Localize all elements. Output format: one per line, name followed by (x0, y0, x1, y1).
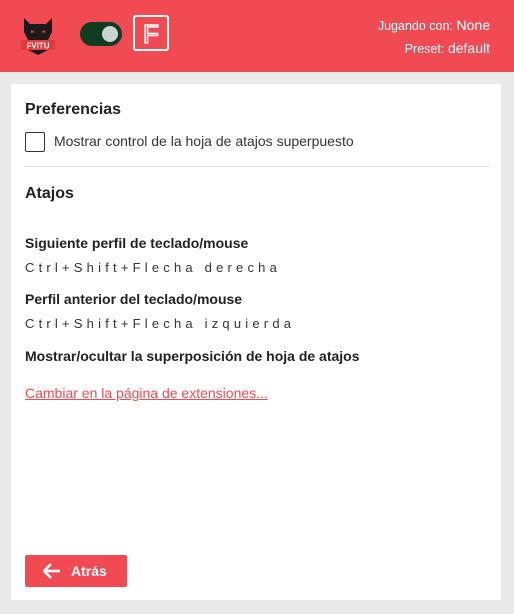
preferences-title: Preferencias (25, 101, 122, 118)
divider (25, 166, 491, 167)
shortcuts-title: Atajos (25, 185, 74, 202)
shortcut-keys: Ctrl+Shift+Flecha izquierda (25, 316, 296, 331)
playing-with-label: Jugando con: (377, 19, 453, 33)
shortcut-keys: Ctrl+Shift+Flecha derecha (25, 260, 282, 275)
shortcut-name: Perfil anterior del teclado/mouse (25, 291, 243, 307)
logo-text: FVITU (26, 42, 49, 51)
header-info: Jugando con: None Preset: default (378, 14, 490, 60)
change-in-extensions-link[interactable]: Cambiar en la página de extensiones... (25, 385, 268, 401)
enable-toggle[interactable] (80, 22, 122, 46)
overlay-checkbox[interactable] (25, 132, 45, 152)
toggle-knob (102, 26, 118, 42)
playing-with-value: None (456, 17, 490, 33)
shortcut-name: Mostrar/ocultar la superposición de hoja… (25, 348, 360, 364)
overlay-checkbox-label: Mostrar control de la hoja de atajos sup… (54, 133, 354, 149)
back-button[interactable]: Atrás (25, 555, 127, 587)
settings-panel: Preferencias Mostrar control de la hoja … (11, 84, 501, 600)
preset-value: default (447, 40, 490, 56)
fvitu-logo: FVITU (21, 18, 55, 55)
f-button[interactable]: F (133, 15, 169, 51)
f-button-letter: F (143, 19, 159, 49)
shortcut-name: Siguiente perfil de teclado/mouse (25, 235, 249, 251)
playing-with-row: Jugando con: None (378, 14, 490, 37)
preset-row: Preset: default (378, 37, 490, 60)
arrow-left-icon (43, 563, 60, 579)
preset-label: Preset: (404, 42, 445, 56)
top-header: FVITU F Jugando con: None Preset: defaul… (0, 0, 514, 72)
back-button-label: Atrás (71, 563, 107, 579)
